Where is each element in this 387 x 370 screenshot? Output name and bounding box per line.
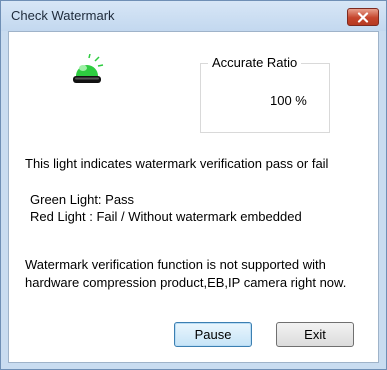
dialog-content: Accurate Ratio 100 % This light indicate… [8, 31, 379, 363]
unsupported-note: Watermark verification function is not s… [25, 257, 347, 290]
exit-button[interactable]: Exit [276, 322, 354, 347]
green-light-legend: Green Light: Pass [30, 192, 135, 207]
accurate-ratio-value: 100 % [270, 93, 307, 108]
green-light-icon [73, 54, 104, 83]
light-description: This light indicates watermark verificat… [25, 156, 329, 171]
window-title: Check Watermark [11, 8, 115, 23]
close-button[interactable] [347, 8, 379, 26]
accurate-ratio-label: Accurate Ratio [208, 55, 302, 70]
close-icon [357, 11, 369, 23]
red-light-legend: Red Light : Fail / Without watermark emb… [30, 209, 302, 224]
title-bar: Check Watermark [1, 1, 386, 31]
pause-button[interactable]: Pause [174, 322, 252, 347]
check-watermark-dialog: Check Watermark Accurate Ratio 100 % Thi… [0, 0, 387, 370]
accurate-ratio-groupbox [200, 63, 330, 133]
